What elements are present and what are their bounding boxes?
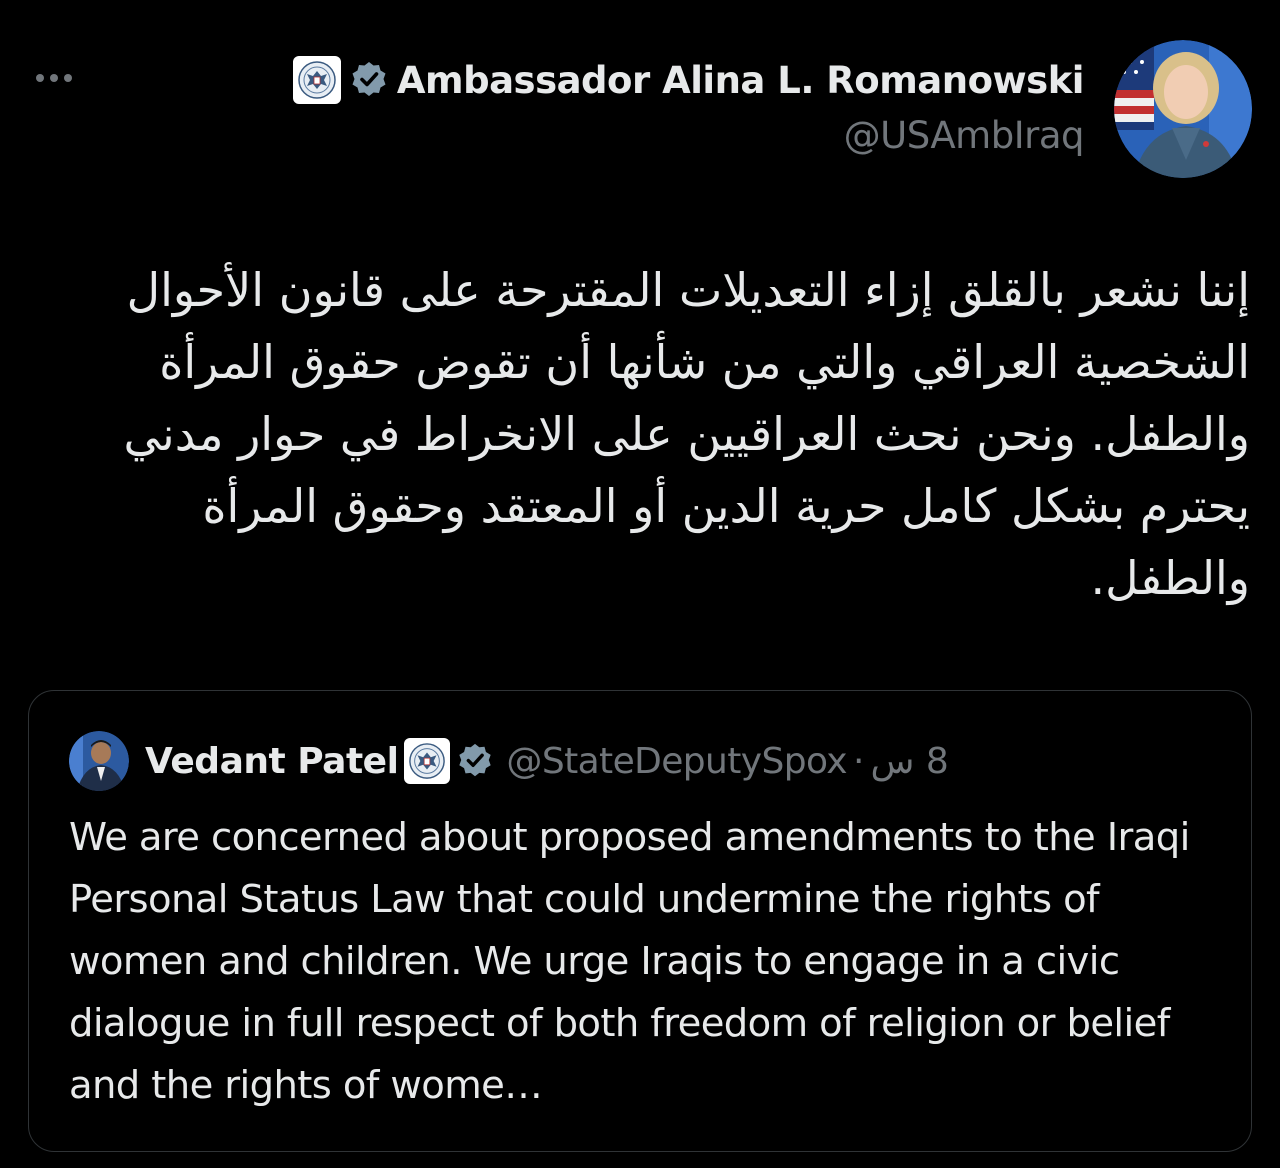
quoted-tweet-header: Vedant Patel @StateDeputySpox · 8 س <box>69 731 949 791</box>
tweet-text: إننا نشعر بالقلق إزاء التعديلات المقترحة… <box>123 263 1250 605</box>
more-options-button[interactable] <box>30 58 78 98</box>
author-name-row[interactable]: Ambassador Alina L. Romanowski <box>292 54 1085 106</box>
quoted-author-handle[interactable]: @StateDeputySpox <box>506 741 847 782</box>
quoted-author-avatar[interactable] <box>69 731 129 791</box>
tweet-page: Ambassador Alina L. Romanowski @USAmbIra… <box>0 0 1280 1168</box>
quoted-tweet-text: We are concerned about proposed amendmen… <box>69 815 1190 1108</box>
quoted-tweet-timestamp[interactable]: 8 س <box>870 741 948 782</box>
state-department-seal-icon <box>292 56 341 104</box>
verified-badge-icon <box>459 743 492 777</box>
author-avatar[interactable] <box>1114 40 1252 178</box>
more-dot-icon <box>36 74 44 82</box>
author-display-name[interactable]: Ambassador Alina L. Romanowski <box>397 59 1085 102</box>
state-department-seal-icon <box>404 738 451 784</box>
verified-badge-icon <box>352 62 386 96</box>
more-dot-icon <box>50 74 58 82</box>
quoted-author-name[interactable]: Vedant Patel <box>145 741 399 782</box>
header-separator: · <box>853 740 865 782</box>
author-handle[interactable]: @USAmbIraq <box>844 114 1085 157</box>
more-dot-icon <box>64 74 72 82</box>
quoted-tweet-card[interactable]: Vedant Patel @StateDeputySpox · 8 س We a… <box>28 690 1252 1152</box>
